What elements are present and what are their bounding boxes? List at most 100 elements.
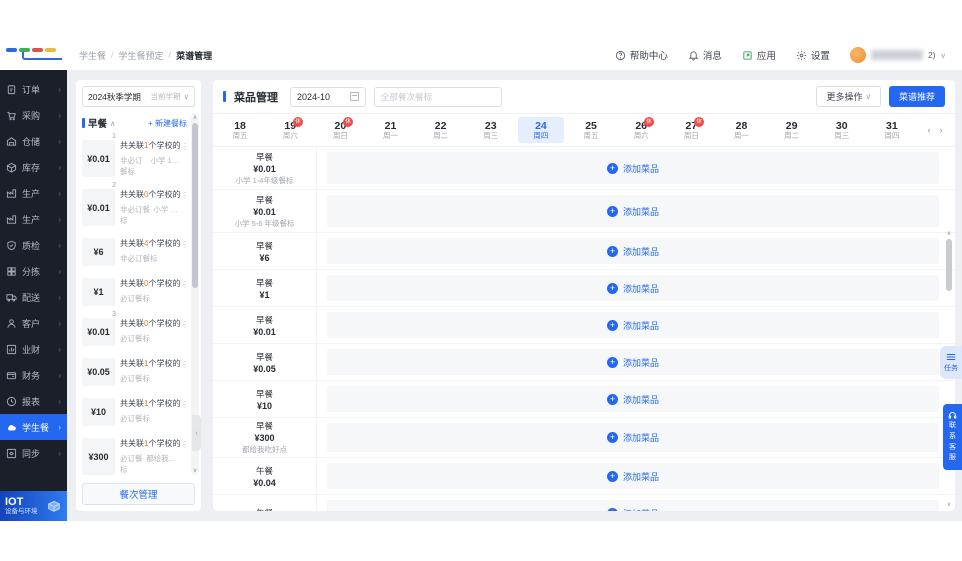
date-cell[interactable]: 19 周六休 — [267, 117, 313, 143]
app-window: 学生餐 / 学生餐预定 / 菜谱管理 帮助中心 消息 应用 设置 2) ∨ 订单… — [0, 40, 962, 521]
scroll-down-icon[interactable]: ∨ — [945, 501, 953, 508]
sidebar-item-finance[interactable]: 财务 › — [0, 362, 67, 388]
item-menu-icon[interactable]: ⋮ — [181, 191, 189, 200]
customer-service-button[interactable]: 联 系 客 服 — [943, 404, 962, 470]
date-cell[interactable]: 28 周一 — [718, 117, 764, 143]
month-picker[interactable]: 2024-10 — [290, 86, 366, 107]
scrollbar-thumb[interactable] — [192, 123, 198, 288]
logo-swoosh-icon — [22, 52, 62, 60]
meal-standard-item[interactable]: 1¥0.01 共关联1个学校的3个班级 非必订餐标小学 1-4年... ⋮ — [76, 133, 191, 183]
date-cell[interactable]: 25 周五 — [568, 117, 614, 143]
scroll-down-icon[interactable]: ∨ — [191, 467, 199, 474]
plus-icon: + — [606, 507, 618, 511]
add-dish-button[interactable]: +添加菜品 — [327, 238, 939, 264]
meal-standard-item[interactable]: ¥6 共关联4个学校的4个班级 非必订餐标 ⋮ — [76, 232, 191, 272]
next-week-icon[interactable]: › — [939, 125, 942, 135]
plus-icon: + — [606, 432, 618, 443]
date-cell[interactable]: 30 周三 — [819, 117, 865, 143]
item-menu-icon[interactable]: ⋮ — [181, 280, 189, 289]
recipe-recommend-button[interactable]: 菜谱推荐 — [888, 86, 945, 107]
layers-icon — [946, 353, 956, 360]
scroll-up-icon[interactable]: ∧ — [191, 114, 199, 121]
add-dish-button[interactable]: +添加菜品 — [327, 500, 939, 511]
breadcrumb-item[interactable]: 学生餐 — [79, 49, 106, 62]
iot-footer[interactable]: IOT 设备与环境 — [0, 491, 67, 521]
chevron-right-icon: › — [58, 110, 61, 120]
sync-icon — [6, 448, 17, 458]
breadcrumb: 学生餐 / 学生餐预定 / 菜谱管理 — [79, 49, 213, 62]
item-menu-icon[interactable]: ⋮ — [181, 360, 189, 369]
user-menu[interactable]: 2) ∨ — [849, 47, 946, 63]
sidebar-item-delivery[interactable]: 配送 › — [0, 284, 67, 310]
cloud-icon — [7, 424, 16, 430]
item-menu-icon[interactable]: ⋮ — [181, 440, 189, 449]
current-semester-tag: 当前学期 — [150, 92, 181, 101]
add-dish-button[interactable]: +添加菜品 — [327, 152, 939, 184]
sidebar-item-biz-finance[interactable]: 业财 › — [0, 336, 67, 362]
date-cell-selected[interactable]: 24 周四 — [517, 117, 564, 143]
help-center-button[interactable]: 帮助中心 — [615, 48, 668, 62]
add-dish-button[interactable]: +添加菜品 — [327, 463, 939, 489]
meal-standard-item[interactable]: ¥0.05 共关联1个学校的1个班级 必订餐标 ⋮ — [76, 352, 191, 392]
cart-icon — [7, 111, 16, 120]
meal-standard-item[interactable]: ¥10 共关联1个学校的15个班级 必订餐标 ⋮ — [76, 392, 191, 432]
sidebar-item-procurement[interactable]: 采购 › — [0, 102, 67, 128]
sidebar-item-student-meal[interactable]: 学生餐 › — [0, 414, 67, 440]
messages-button[interactable]: 消息 — [688, 48, 722, 62]
add-dish-button[interactable]: +添加菜品 — [327, 195, 939, 227]
item-menu-icon[interactable]: ⋮ — [181, 400, 189, 409]
breadcrumb-item[interactable]: 学生餐预定 — [119, 49, 164, 62]
add-dish-button[interactable]: +添加菜品 — [327, 349, 939, 375]
panel-collapse-handle[interactable]: ‹ — [192, 415, 201, 451]
meal-standard-item[interactable]: 2¥0.01 共关联0个学校的0个班级 非必订餐标小学 5-6... ⋮ — [76, 182, 191, 232]
tasks-floating-button[interactable]: 任务 — [940, 346, 962, 379]
meal-standard-item[interactable]: 3¥0.01 共关联0个学校的0个班级 必订餐标 ⋮ — [76, 311, 191, 352]
collapse-icon[interactable]: ∧ — [110, 119, 116, 128]
date-cell[interactable]: 27 周日休 — [668, 117, 714, 143]
settings-button[interactable]: 设置 — [796, 48, 830, 62]
sidebar-item-reports[interactable]: 报表 › — [0, 388, 67, 414]
new-meal-standard-button[interactable]: + 新建餐标 — [148, 118, 187, 129]
date-cell[interactable]: 31 周四 — [869, 117, 915, 143]
sidebar-item-inventory[interactable]: 库存 › — [0, 154, 67, 180]
add-dish-button[interactable]: +添加菜品 — [327, 312, 939, 338]
sidebar-item-orders[interactable]: 订单 › — [0, 76, 67, 102]
semester-select[interactable]: 2024秋季学期 当前学期 ∨ — [82, 86, 195, 107]
sidebar-item-warehouse[interactable]: 仓储 › — [0, 128, 67, 154]
sidebar-item-quality[interactable]: 质检 › — [0, 232, 67, 258]
sidebar-item-customers[interactable]: 客户 › — [0, 310, 67, 336]
sidebar-item-production-2[interactable]: 生产 › — [0, 206, 67, 232]
meal-filter-input[interactable] — [374, 86, 502, 107]
date-cell[interactable]: 23 周三 — [468, 117, 514, 143]
date-cell[interactable]: 18 周五 — [217, 117, 263, 143]
date-cell[interactable]: 22 周二 — [418, 117, 464, 143]
calendar-icon — [350, 92, 359, 101]
sidebar-item-sync[interactable]: 同步 › — [0, 440, 67, 466]
add-dish-button[interactable]: +添加菜品 — [327, 386, 939, 412]
scrollbar-thumb[interactable] — [946, 239, 952, 291]
meal-standard-item[interactable]: ¥300 共关联1个学校的2个班级 必订餐标都给我吃好点 ⋮ — [76, 432, 191, 477]
item-menu-icon[interactable]: ⋮ — [181, 142, 189, 151]
sidebar-item-production-1[interactable]: 生产 › — [0, 180, 67, 206]
item-menu-icon[interactable]: ⋮ — [181, 240, 189, 249]
wallet-icon — [6, 371, 17, 379]
date-cell[interactable]: 21 周一 — [367, 117, 413, 143]
apps-button[interactable]: 应用 — [742, 48, 776, 62]
sidebar-item-sorting[interactable]: 分拣 › — [0, 258, 67, 284]
item-menu-icon[interactable]: ⋮ — [181, 320, 189, 329]
more-actions-button[interactable]: 更多操作 ∨ — [816, 86, 881, 107]
date-strip: 18 周五 19 周六休 20 周日休 21 周一 22 周二 23 周三 24 周四 25 周… — [213, 113, 955, 147]
date-cell[interactable]: 20 周日休 — [317, 117, 363, 143]
prev-week-icon[interactable]: ‹ — [927, 125, 930, 135]
add-dish-button[interactable]: +添加菜品 — [327, 423, 939, 452]
cube-icon — [48, 500, 60, 512]
meal-standard-item[interactable]: ¥1 共关联0个学校的0个班级 必订餐标 ⋮ — [76, 272, 191, 312]
meal-rows: 早餐 ¥0.01 小学 1-4年级餐标 + 添加菜品 早餐 ¥0.01 小学 5-6 年级… — [213, 147, 955, 511]
plus-icon: + — [606, 282, 618, 294]
date-cell[interactable]: 26 周六休 — [618, 117, 664, 143]
scroll-up-icon[interactable]: ∧ — [945, 230, 953, 237]
date-cell[interactable]: 29 周二 — [769, 117, 815, 143]
chevron-right-icon: › — [58, 344, 61, 354]
meal-session-manage-button[interactable]: 餐次管理 — [82, 483, 195, 505]
add-dish-button[interactable]: +添加菜品 — [327, 275, 939, 301]
